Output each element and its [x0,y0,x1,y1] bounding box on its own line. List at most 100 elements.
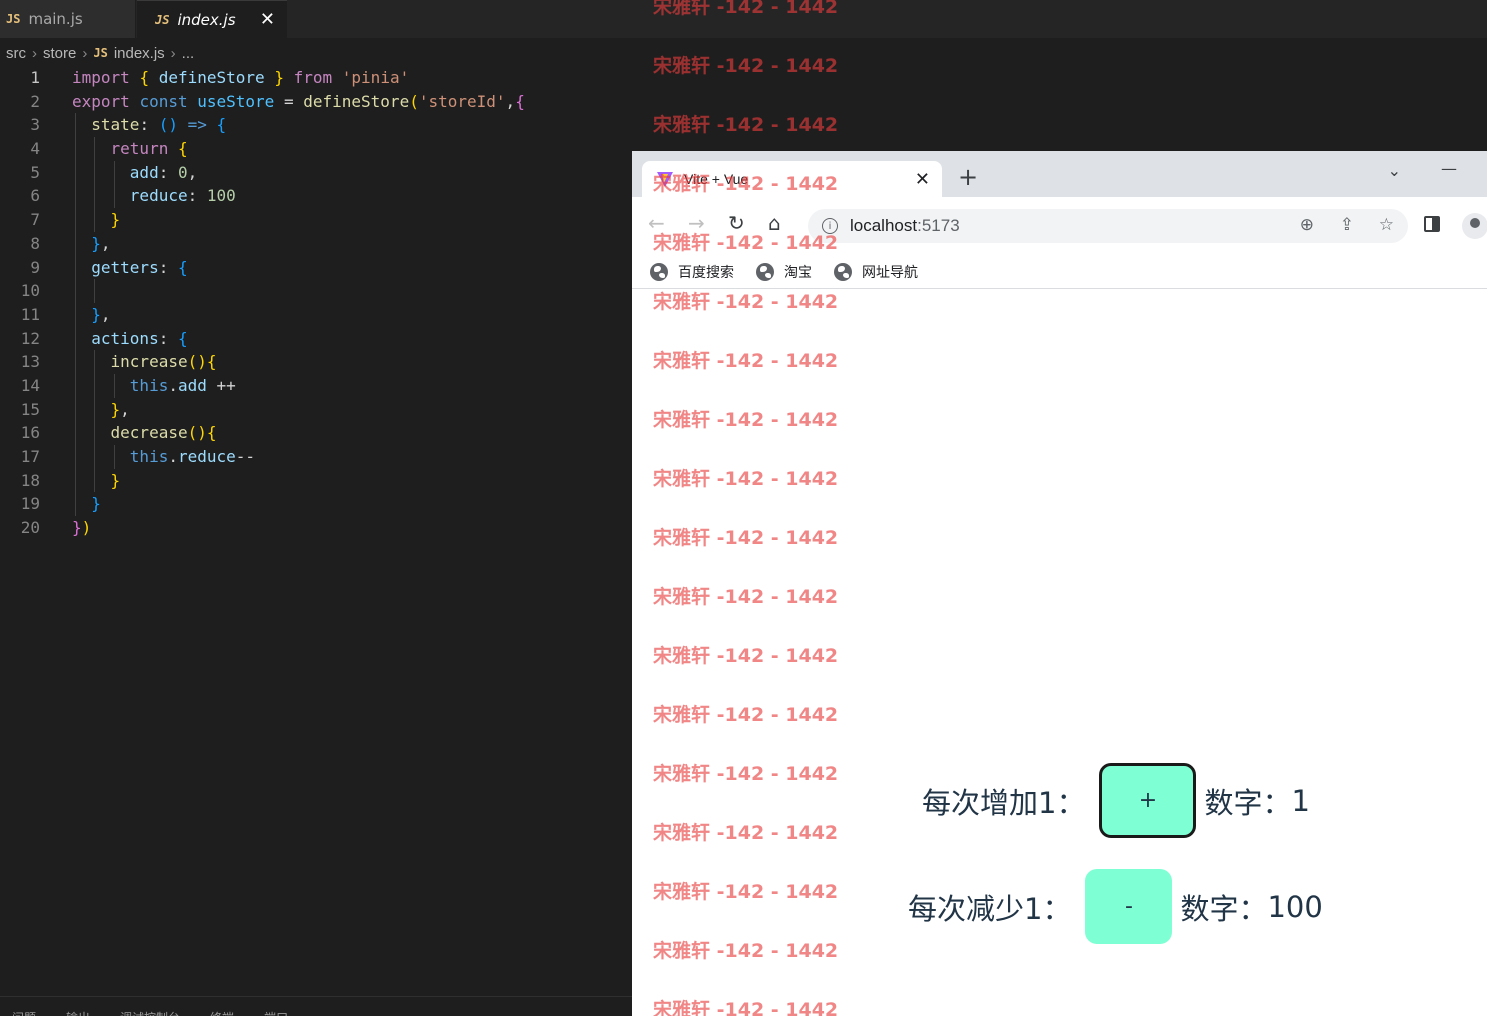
page-content: 每次增加1： + 数字： 1 每次减少1： - 数字： 100 [632,290,1487,1016]
code-line: 5 add: 0, [0,160,640,185]
close-icon[interactable]: ✕ [915,169,930,190]
reload-icon[interactable]: ↻ [728,211,745,235]
close-icon[interactable]: ✕ [260,9,275,30]
add-value: 1 [1291,783,1310,818]
breadcrumb-symbol[interactable]: ... [182,45,195,62]
browser-tab-title: Vite + Vue [684,171,749,187]
code-line: 4 return { [0,137,640,161]
globe-icon [650,262,668,281]
code-line: 2 export const useStore = defineStore('st… [0,90,640,114]
decrease-label: 每次减少1： [908,891,1072,926]
zoom-icon[interactable]: ⊕ [1300,215,1314,235]
line-number: 14 [20,375,40,395]
tab-label: index.js [177,10,236,29]
line-number: 20 [20,518,40,538]
bookmark-baidu[interactable]: 百度搜索 [650,262,734,282]
share-icon[interactable]: ⇪ [1340,215,1354,235]
increase-row: 每次增加1： + 数字： 1 [922,763,1310,838]
vite-icon [657,172,673,187]
tab-label: main.js [28,10,83,28]
line-number: 13 [20,352,40,372]
code-line: 19 } [0,492,640,517]
code-line: 1 import { defineStore } from 'pinia' [0,66,640,90]
editor-tab-bar: JS main.js JS index.js ✕ [0,0,1487,38]
breadcrumb: src › store › JS index.js › ... [0,40,640,66]
code-line: 18 } [0,468,640,493]
code-line: 6 reduce: 100 [0,184,640,209]
forward-arrow-icon[interactable]: → [688,211,705,235]
js-file-icon: JS [6,12,21,26]
code-area[interactable]: 1 import { defineStore } from 'pinia' 2 ex… [0,66,640,540]
line-number: 9 [30,257,40,277]
bookmark-nav[interactable]: 网址导航 [834,262,918,282]
bookmarks-bar: 百度搜索 淘宝 网址导航 [632,255,1487,289]
globe-icon [756,262,774,281]
add-value-label: 数字： [1204,785,1292,820]
increase-button[interactable]: + [1099,763,1197,838]
chevron-right-icon: › [170,44,176,62]
increase-label: 每次增加1： [922,785,1086,820]
line-number: 16 [20,423,40,443]
code-line: 13 increase(){ [0,350,640,374]
url-host: localhost [850,216,918,235]
decrease-row: 每次减少1： - 数字： 100 [908,869,1323,944]
info-icon[interactable]: i [822,218,838,234]
browser-tab[interactable]: Vite + Vue ✕ [642,161,942,197]
decrease-button[interactable]: - [1085,869,1173,944]
line-number: 5 [30,162,40,182]
line-number: 6 [30,186,40,206]
line-number: 10 [20,281,40,301]
line-number: 3 [30,115,40,135]
browser-window: Vite + Vue ✕ + ⌄ — ← → ↻ ⌂ i localhost:5… [632,151,1487,1016]
panel-tab-problems[interactable]: 问题 [12,1009,36,1016]
chevron-right-icon: › [82,44,88,62]
profile-icon[interactable] [1462,213,1487,239]
bookmark-taobao[interactable]: 淘宝 [756,262,812,282]
side-panel-icon[interactable] [1424,216,1440,232]
bookmark-label: 网址导航 [862,264,918,281]
breadcrumb-store[interactable]: store [43,45,76,62]
code-line: 16 decrease(){ [0,421,640,445]
tab-main-js[interactable]: JS main.js [0,0,136,38]
panel-tab-output[interactable]: 输出 [66,1009,90,1016]
line-number: 2 [30,91,40,111]
bookmark-label: 淘宝 [784,264,812,281]
breadcrumb-src[interactable]: src [6,45,26,62]
code-line: 15 }, [0,397,640,422]
line-number: 17 [20,447,40,466]
code-line: 11 }, [0,302,640,327]
panel-tab-debug-console[interactable]: 调试控制台 [120,1009,180,1016]
chevron-down-icon[interactable]: ⌄ [1388,161,1401,180]
browser-tab-strip: Vite + Vue ✕ + ⌄ — [632,151,1487,197]
code-line: 12 actions: { [0,326,640,351]
panel-tab-ports[interactable]: 端口 [264,1009,288,1016]
globe-icon [834,262,852,281]
home-icon[interactable]: ⌂ [768,211,781,235]
back-arrow-icon[interactable]: ← [648,211,665,235]
url-port: :5173 [917,216,960,235]
code-line: 8 }, [0,231,640,256]
line-number: 19 [20,494,40,514]
breadcrumb-file[interactable]: index.js [114,45,165,62]
chevron-right-icon: › [32,44,37,62]
line-number: 7 [30,210,40,230]
line-number: 11 [20,304,40,324]
minimize-icon[interactable]: — [1441,159,1457,178]
code-line: 14 this.add ++ [0,373,640,398]
js-file-icon: JS [155,12,170,27]
code-line: 17 this.reduce-- [0,445,640,469]
bookmark-label: 百度搜索 [678,264,734,281]
address-bar[interactable]: i localhost:5173 ⊕ ⇪ ☆ [808,209,1408,243]
sub-value-label: 数字： [1180,891,1268,926]
panel-tab-bar: 问题 输出 调试控制台 终端 端口 [0,996,640,1016]
code-line: 10 [0,279,640,303]
panel-tab-terminal[interactable]: 终端 [210,1009,234,1016]
line-number: 4 [30,139,40,159]
line-number: 12 [20,328,40,348]
line-number: 8 [30,233,40,253]
browser-toolbar: ← → ↻ ⌂ i localhost:5173 ⊕ ⇪ ☆ [632,197,1487,255]
star-icon[interactable]: ☆ [1379,215,1394,235]
tab-index-js[interactable]: JS index.js ✕ [137,0,287,38]
sub-value: 100 [1267,889,1323,924]
new-tab-icon[interactable]: + [958,165,978,189]
